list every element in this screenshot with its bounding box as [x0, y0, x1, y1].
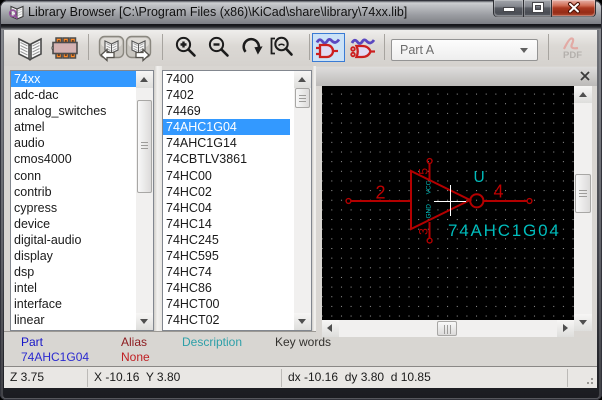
svg-text:4: 4 — [494, 182, 504, 202]
svg-text:5: 5 — [417, 168, 431, 175]
svg-text:74AHC1G04: 74AHC1G04 — [448, 221, 561, 240]
svg-text:2: 2 — [376, 183, 386, 203]
svg-text:U: U — [474, 169, 485, 186]
svg-text:VCC: VCC — [426, 180, 433, 194]
svg-text:3: 3 — [417, 228, 431, 235]
svg-text:GND: GND — [426, 204, 433, 219]
svg-text:PDF: PDF — [563, 50, 582, 61]
